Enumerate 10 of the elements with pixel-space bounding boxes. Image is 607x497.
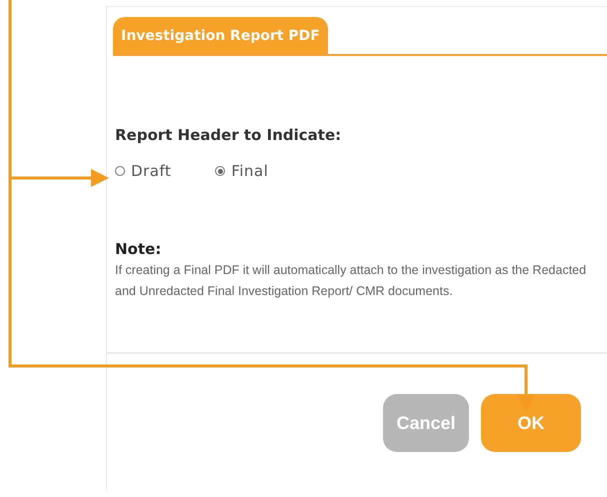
ok-button[interactable]: OK <box>481 394 581 452</box>
radio-icon[interactable] <box>115 166 125 176</box>
dialog-tab[interactable]: Investigation Report PDF <box>113 17 328 54</box>
radio-option[interactable]: Final <box>215 162 268 180</box>
note-text: If creating a Final PDF it will automatically attach to the investigation as the Redacted and Unredacted Final Investigation Report/ CMR documents. <box>115 262 588 300</box>
cancel-button[interactable]: Cancel <box>383 394 469 452</box>
field-label: Report Header to Indicate: <box>115 126 342 144</box>
radio-option[interactable]: Draft <box>115 162 172 180</box>
radio-icon[interactable] <box>215 166 226 176</box>
note-title: Note: <box>115 240 162 258</box>
